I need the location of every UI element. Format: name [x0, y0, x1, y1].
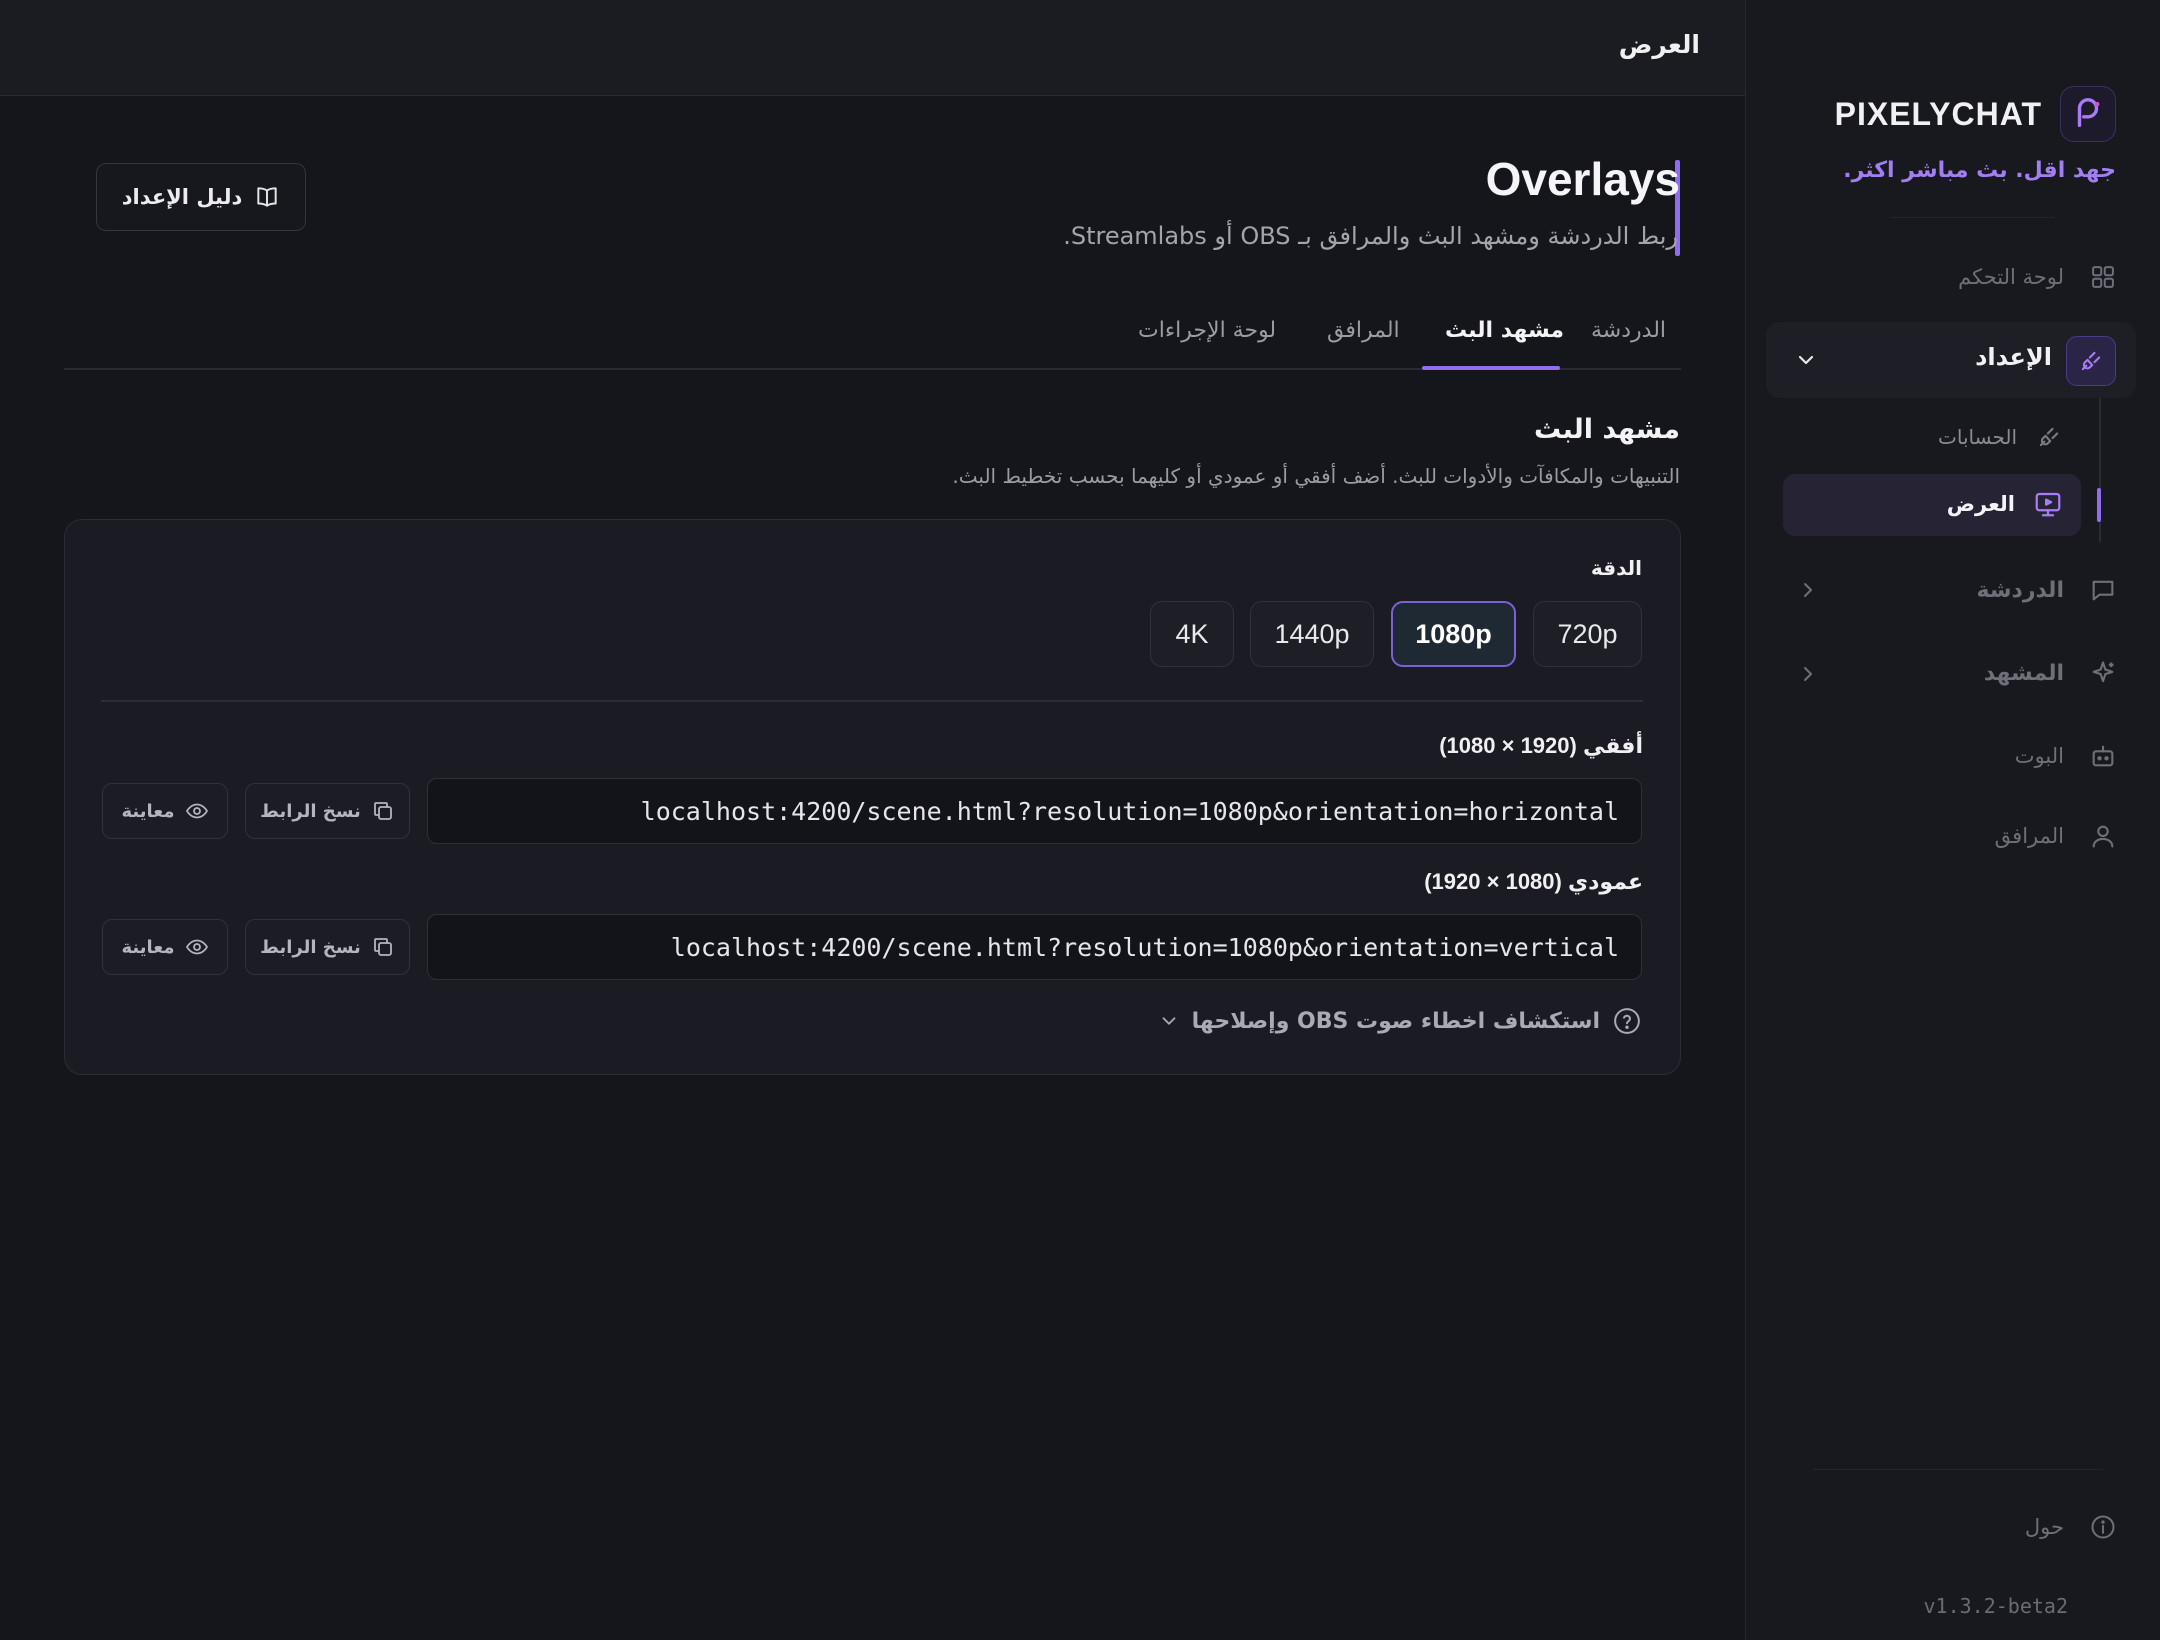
sidebar-subitem-label: الحسابات [1938, 425, 2017, 449]
active-tab-indicator [1422, 366, 1560, 370]
section-subtitle: التنبيهات والمكافآت والأدوات للبث. أضف أ… [952, 464, 1680, 488]
setup-guide-label: دليل الإعداد [121, 185, 243, 209]
eye-icon [185, 939, 208, 955]
vertical-preview-button[interactable]: معاينة [102, 919, 228, 975]
resolution-label: الدقة [1590, 556, 1642, 580]
tab-companions[interactable]: المرافق [1327, 318, 1400, 343]
horizontal-url-field[interactable]: localhost:4200/scene.html?resolution=108… [427, 778, 1642, 844]
app-logo-icon [2060, 86, 2116, 142]
horizontal-copy-button[interactable]: نسخ الرابط [245, 783, 410, 839]
vertical-copy-button[interactable]: نسخ الرابط [245, 919, 410, 975]
user-icon [2086, 819, 2120, 853]
monitor-icon [2033, 489, 2063, 519]
copy-label: نسخ الرابط [260, 936, 361, 958]
vertical-url-field[interactable]: localhost:4200/scene.html?resolution=108… [427, 914, 1642, 980]
troubleshoot-toggle[interactable]: استكشاف اخطاء صوت OBS وإصلاحها [1158, 1004, 1642, 1038]
preview-label: معاينة [121, 800, 175, 822]
tab-stream-scene[interactable]: مشهد البث [1445, 318, 1564, 343]
top-bar: العرض [0, 0, 1745, 96]
page-subtitle: ربط الدردشة ومشهد البث والمرافق بـ OBS أ… [1063, 222, 1678, 250]
sidebar-item-label: حول [2024, 1515, 2064, 1539]
sidebar-item-label: المشهد [1983, 660, 2064, 686]
sidebar-item-dashboard[interactable]: لوحة التحكم [1958, 252, 2120, 302]
plug-icon [2035, 423, 2063, 451]
horizontal-preview-button[interactable]: معاينة [102, 783, 228, 839]
copy-icon [373, 938, 392, 956]
sparkle-icon [2086, 656, 2120, 690]
vertical-url-text: localhost:4200/scene.html?resolution=108… [670, 932, 1619, 962]
sidebar-item-companions[interactable]: المرافق [1995, 811, 2120, 861]
sidebar-item-about[interactable]: حول [2025, 1502, 2120, 1552]
resolution-4k-button[interactable]: 4K [1150, 601, 1234, 667]
sidebar-subitem-display-content[interactable]: العرض [1947, 481, 2063, 527]
page-title: Overlays [1485, 153, 1680, 205]
grid-icon [2086, 260, 2120, 294]
sidebar-item-label: الإعداد [1975, 343, 2052, 371]
sidebar-item-scene[interactable]: المشهد [1984, 648, 2120, 698]
sidebar-item-label: المرافق [1994, 824, 2064, 848]
active-indicator [2097, 488, 2101, 522]
app-version: v1.3.2-beta2 [1923, 1594, 2069, 1618]
brand-name: PIXELYCHAT [1834, 95, 2042, 132]
brand: PIXELYCHAT [1835, 86, 2116, 142]
bot-icon [2086, 739, 2120, 773]
header-title: العرض [1618, 30, 1700, 59]
chevron-down-icon [1798, 355, 1814, 365]
help-circle-icon [1614, 1008, 1640, 1034]
plug-icon [2066, 336, 2116, 386]
info-icon [2086, 1510, 2120, 1544]
sidebar-item-chat[interactable]: الدردشة [1977, 565, 2120, 615]
resolution-720p-button[interactable]: 720p [1533, 601, 1642, 667]
tab-actions-panel[interactable]: لوحة الإجراءات [1138, 318, 1276, 343]
chevron-down-icon [1162, 1017, 1175, 1025]
setup-guide-button[interactable]: دليل الإعداد [96, 163, 306, 231]
tab-chat[interactable]: الدردشة [1591, 318, 1666, 343]
chat-icon [2086, 573, 2120, 607]
section-title: مشهد البث [1533, 414, 1680, 445]
sidebar-divider [1890, 217, 2055, 218]
sidebar-item-label: البوت [2014, 744, 2064, 768]
copy-label: نسخ الرابط [260, 800, 361, 822]
eye-icon [185, 803, 208, 819]
card-divider [101, 700, 1643, 702]
sidebar-subitem-label: العرض [1946, 492, 2015, 516]
sidebar-item-label: الدردشة [1976, 577, 2064, 603]
sidebar-item-bot[interactable]: البوت [2015, 731, 2120, 781]
sidebar-item-setup[interactable]: الإعداد [1766, 322, 2136, 398]
resolution-1440p-button[interactable]: 1440p [1250, 601, 1374, 667]
brand-tagline: جهد اقل. بث مباشر اكثر. [1843, 158, 2116, 183]
copy-icon [373, 802, 392, 820]
preview-label: معاينة [121, 936, 175, 958]
chevron-left-icon[interactable] [1796, 578, 1820, 602]
vertical-label: عمودي (1080 × 1920) [1424, 869, 1643, 894]
sidebar-divider [1813, 1469, 2103, 1470]
sidebar-item-label: لوحة التحكم [1958, 265, 2064, 289]
horizontal-label: أفقي (1920 × 1080) [1439, 733, 1643, 758]
sidebar-subitem-accounts[interactable]: الحسابات [1938, 414, 2063, 460]
book-icon [257, 187, 277, 207]
horizontal-url-text: localhost:4200/scene.html?resolution=108… [640, 796, 1619, 826]
resolution-1080p-button[interactable]: 1080p [1391, 601, 1516, 667]
chevron-left-icon[interactable] [1796, 662, 1820, 686]
troubleshoot-label: استكشاف اخطاء صوت OBS وإصلاحها [1191, 1008, 1600, 1034]
